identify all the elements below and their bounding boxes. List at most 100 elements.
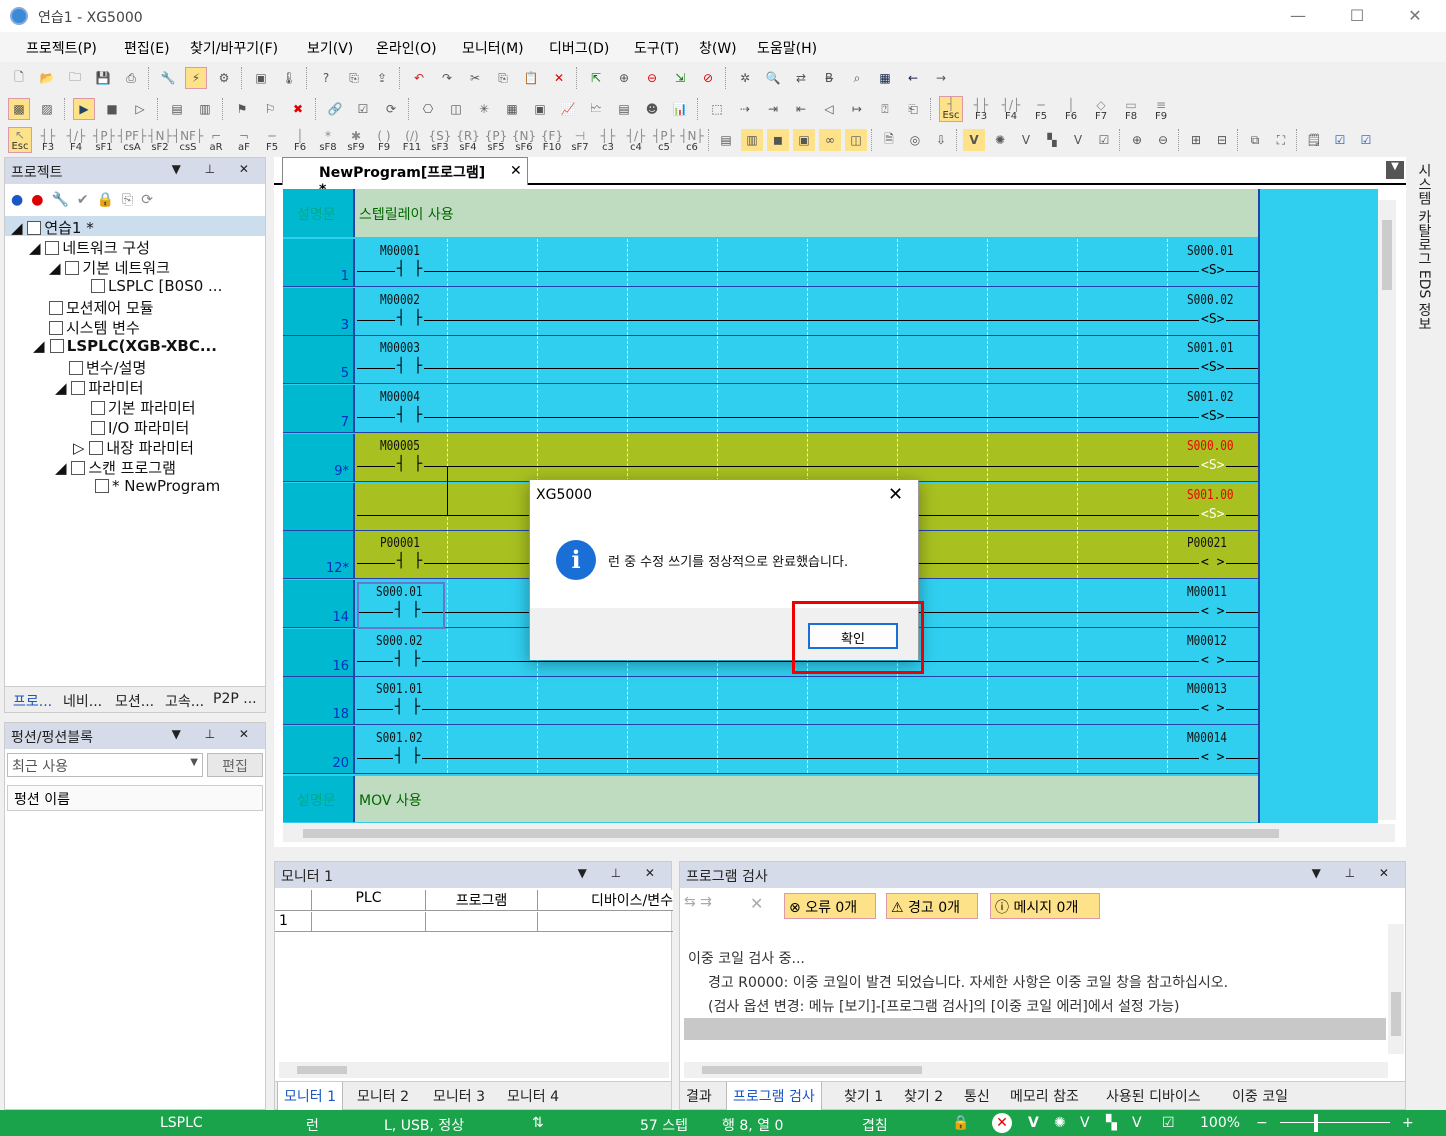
ld-not[interactable]: * sF8 bbox=[316, 127, 340, 153]
rung-number[interactable]: 1 bbox=[283, 239, 355, 286]
debug-list-icon[interactable]: ⎗ bbox=[902, 98, 924, 120]
online-mode-icon[interactable]: ▩ bbox=[8, 98, 30, 120]
chip-status-icon[interactable]: ✺ bbox=[1054, 1115, 1066, 1131]
rung-number[interactable]: 12* bbox=[283, 531, 355, 578]
menu-view[interactable]: 보기(V) bbox=[307, 38, 353, 58]
monitor-row-1[interactable]: 1 bbox=[275, 912, 673, 932]
ld-c5[interactable]: ┤P├ c5 bbox=[652, 127, 676, 153]
ld-out[interactable]: ( ) F9 bbox=[372, 127, 396, 153]
panel-buttons[interactable]: ▼ ⊥ ✕ bbox=[172, 162, 259, 176]
copy-tree-icon[interactable]: ⎘ bbox=[122, 192, 133, 208]
var-comment-icon[interactable]: V bbox=[1015, 129, 1037, 151]
dev-monitor-icon[interactable]: ▦ bbox=[501, 98, 523, 120]
ld-c6[interactable]: ┤N├ c6 bbox=[680, 127, 704, 153]
tree-item-newprogram[interactable]: * NewProgram bbox=[95, 477, 220, 495]
ld-set[interactable]: {S} sF3 bbox=[428, 127, 452, 153]
cancel-icon[interactable]: ✖ bbox=[287, 98, 309, 120]
paste-icon[interactable]: 📋 bbox=[520, 67, 542, 89]
rung-4[interactable]: 7 M00004 ┤ ├ S001.02 <S> bbox=[283, 385, 1258, 433]
contact-symbol[interactable]: ┤ ├ bbox=[395, 261, 425, 277]
ld-contact-nc[interactable]: ┤/├ F4 bbox=[64, 127, 88, 153]
checkbox2-icon[interactable]: ☑ bbox=[1355, 129, 1377, 151]
find-icon[interactable]: 🔍 bbox=[762, 67, 784, 89]
check-vscroll-thumb[interactable] bbox=[1391, 992, 1401, 1036]
breakpoint-icon[interactable]: ◁ bbox=[818, 98, 840, 120]
check-vscroll[interactable] bbox=[1388, 924, 1404, 1054]
plc-history-icon[interactable]: ▥ bbox=[194, 98, 216, 120]
tab-motion[interactable]: 모션... bbox=[115, 691, 154, 711]
coil-symbol[interactable]: <S> bbox=[1199, 263, 1227, 278]
replace-all-icon[interactable]: B̶ bbox=[818, 67, 840, 89]
rung-number[interactable] bbox=[283, 483, 355, 530]
zoom-in-button[interactable]: + bbox=[1402, 1115, 1414, 1131]
debug-stepin-icon[interactable]: ⇥ bbox=[762, 98, 784, 120]
fkey-f3[interactable]: ┤├ F3 bbox=[969, 96, 993, 122]
grid-icon[interactable]: ▦ bbox=[874, 67, 896, 89]
contact-symbol[interactable]: ┤ ├ bbox=[395, 310, 425, 326]
tree-item-motion[interactable]: 모션제어 모듈 bbox=[49, 297, 154, 318]
check-nav-icon[interactable]: ⇆ ⇉ bbox=[684, 894, 712, 910]
close-tab-icon[interactable]: ✕ bbox=[510, 163, 522, 179]
windows-icon[interactable]: ⧉ bbox=[1244, 129, 1266, 151]
coil-symbol[interactable]: < > bbox=[1199, 555, 1227, 570]
contact-symbol[interactable]: ┤ ├ bbox=[395, 553, 425, 569]
comment-row-2[interactable]: 설명문 MOV 사용 bbox=[283, 776, 1258, 822]
tab-find-1[interactable]: 찾기 1 bbox=[844, 1086, 883, 1106]
block-icon[interactable]: ◼ bbox=[767, 129, 789, 151]
menu-debug[interactable]: 디버그(D) bbox=[549, 38, 609, 58]
back-icon[interactable]: ← bbox=[902, 67, 924, 89]
ld-reset[interactable]: {R} sF4 bbox=[456, 127, 480, 153]
remove-row-icon[interactable]: ⊖ bbox=[641, 67, 663, 89]
tab-monitor-1[interactable]: 모니터 1 bbox=[277, 1082, 343, 1111]
message-filter-button[interactable]: ⓘ 메시지 0개 bbox=[990, 893, 1100, 919]
var-list-icon[interactable]: V bbox=[1067, 129, 1089, 151]
tab-double-coil[interactable]: 이중 코일 bbox=[1232, 1086, 1288, 1106]
check-clear-icon[interactable]: ✕ bbox=[750, 894, 763, 913]
check-icon[interactable]: ☑ bbox=[352, 98, 374, 120]
fkey-f6[interactable]: │ F6 bbox=[1059, 96, 1083, 122]
coil-device[interactable]: P00021 bbox=[1187, 536, 1227, 551]
contact-device[interactable]: M00001 bbox=[380, 244, 420, 259]
refresh-icon[interactable]: ⟳ bbox=[380, 98, 402, 120]
edit-button[interactable]: 편집 bbox=[207, 753, 263, 777]
zoom-slider-track[interactable] bbox=[1280, 1122, 1390, 1123]
ld-contact-no[interactable]: ┤├ F3 bbox=[36, 127, 60, 153]
maximize-button[interactable]: ☐ bbox=[1343, 4, 1371, 28]
warning-filter-button[interactable]: ⚠ 경고 0개 bbox=[886, 893, 978, 919]
coil-symbol[interactable]: < > bbox=[1199, 701, 1227, 716]
check-tree-icon[interactable]: ✔ bbox=[77, 192, 89, 208]
recent-combo[interactable]: 최근 사용 ▼ bbox=[7, 753, 203, 777]
monitor-col-plc[interactable]: PLC bbox=[311, 890, 425, 911]
right-dock-tabs[interactable]: 시스템 카탈로그 EDS 정보 bbox=[1408, 157, 1440, 337]
menu-project[interactable]: 프로젝트(P) bbox=[26, 38, 97, 58]
tab-used-devices[interactable]: 사용된 디바이스 bbox=[1106, 1086, 1201, 1106]
contact-symbol[interactable]: ┤ ├ bbox=[393, 651, 423, 667]
monitor-pause-icon[interactable]: ◫ bbox=[445, 98, 467, 120]
upload-icon[interactable]: ⇪ bbox=[371, 67, 393, 89]
tree-item-builtin-params[interactable]: ▷ 내장 파라미터 bbox=[73, 437, 194, 458]
verify-icon[interactable]: ☑ bbox=[1093, 129, 1115, 151]
tree-item-system-var[interactable]: 시스템 변수 bbox=[49, 317, 140, 338]
contact-symbol[interactable]: ┤ ├ bbox=[393, 699, 423, 715]
copy-icon[interactable]: ⎘ bbox=[492, 67, 514, 89]
undo-icon[interactable]: ↶ bbox=[408, 67, 430, 89]
compile-icon[interactable]: ✲ bbox=[734, 67, 756, 89]
io-sync-icon[interactable]: ⚑ bbox=[231, 98, 253, 120]
menu-edit[interactable]: 편집(E) bbox=[124, 38, 170, 58]
coil-device[interactable]: M00011 bbox=[1187, 585, 1227, 600]
comment-icon[interactable]: ▤ bbox=[715, 129, 737, 151]
contact-device[interactable]: P00001 bbox=[380, 536, 420, 551]
save-icon[interactable]: 💾 bbox=[92, 67, 114, 89]
tab-navi[interactable]: 네비... bbox=[63, 691, 102, 711]
ld-npulse[interactable]: {N} sF6 bbox=[512, 127, 536, 153]
rung-number[interactable]: 18 bbox=[283, 677, 355, 724]
user-icon[interactable]: ☻ bbox=[641, 98, 663, 120]
tab-dropdown-icon[interactable]: ▼ bbox=[1386, 161, 1404, 179]
list-icon[interactable]: ▤ bbox=[613, 98, 635, 120]
device-icon[interactable]: ▚ bbox=[1041, 129, 1063, 151]
settings-icon[interactable]: ⚙ bbox=[213, 67, 235, 89]
tab-result[interactable]: 결과 bbox=[686, 1086, 712, 1106]
forward-icon[interactable]: → bbox=[930, 67, 952, 89]
ld-vline[interactable]: │ F6 bbox=[288, 127, 312, 153]
check-selected-line[interactable] bbox=[684, 1018, 1386, 1040]
